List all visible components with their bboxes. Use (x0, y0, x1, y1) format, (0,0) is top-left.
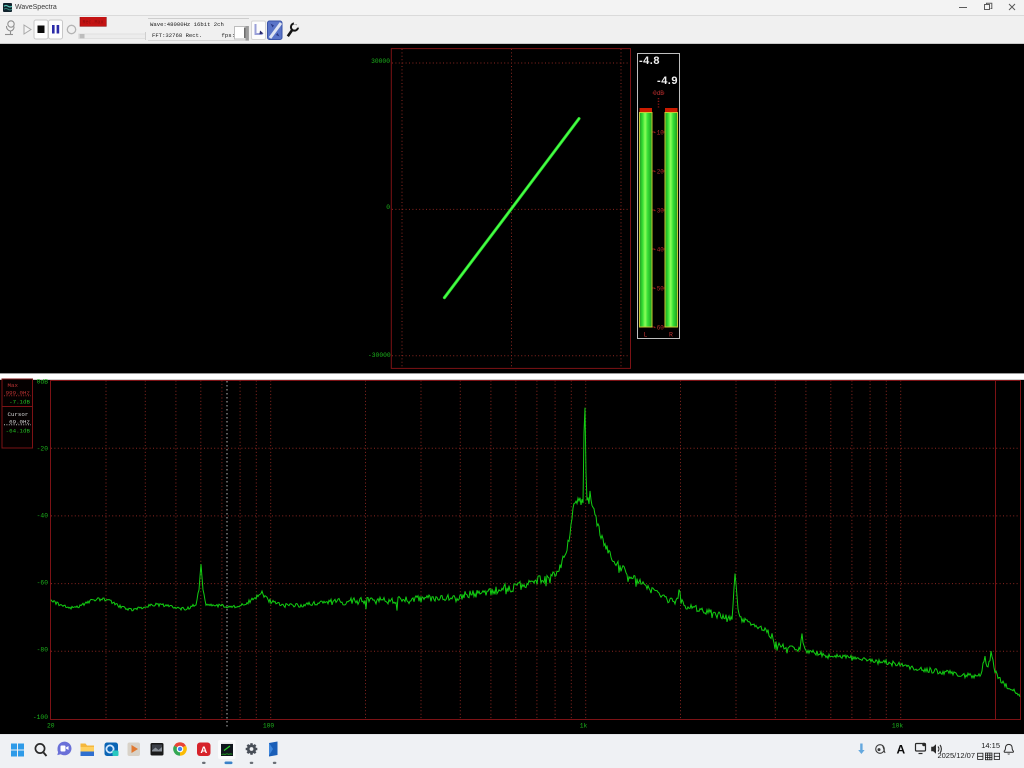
svg-text:-40: -40 (37, 513, 49, 520)
svg-text:-20: -20 (37, 446, 49, 453)
svg-text:69.0Hz: 69.0Hz (9, 419, 30, 426)
svg-text:Max: Max (8, 382, 19, 389)
svg-text:-80: -80 (37, 647, 49, 654)
svg-text:-7.1dB: -7.1dB (9, 399, 30, 406)
svg-text:-60: -60 (653, 325, 664, 332)
svg-text:A: A (200, 745, 207, 756)
svg-text:-100: -100 (33, 714, 48, 721)
svg-text:-60: -60 (37, 580, 49, 587)
svg-text:R: R (669, 332, 673, 339)
svg-text:-64.1dB: -64.1dB (6, 428, 31, 435)
svg-text:-30: -30 (653, 208, 664, 215)
svg-text:-50: -50 (653, 286, 664, 293)
svg-text:-40: -40 (653, 247, 664, 254)
svg-text:0dB: 0dB (37, 379, 49, 386)
svg-text:1k: 1k (580, 723, 588, 730)
svg-text:-10: -10 (653, 130, 664, 137)
svg-text:100: 100 (263, 723, 275, 730)
svg-text:10k: 10k (892, 723, 904, 730)
svg-text:Cursor: Cursor (8, 411, 29, 418)
svg-text:L: L (644, 332, 648, 339)
svg-text:Rec.Max: Rec.Max (83, 19, 104, 25)
svg-text:-20: -20 (653, 169, 664, 176)
svg-text:20: 20 (47, 723, 55, 730)
